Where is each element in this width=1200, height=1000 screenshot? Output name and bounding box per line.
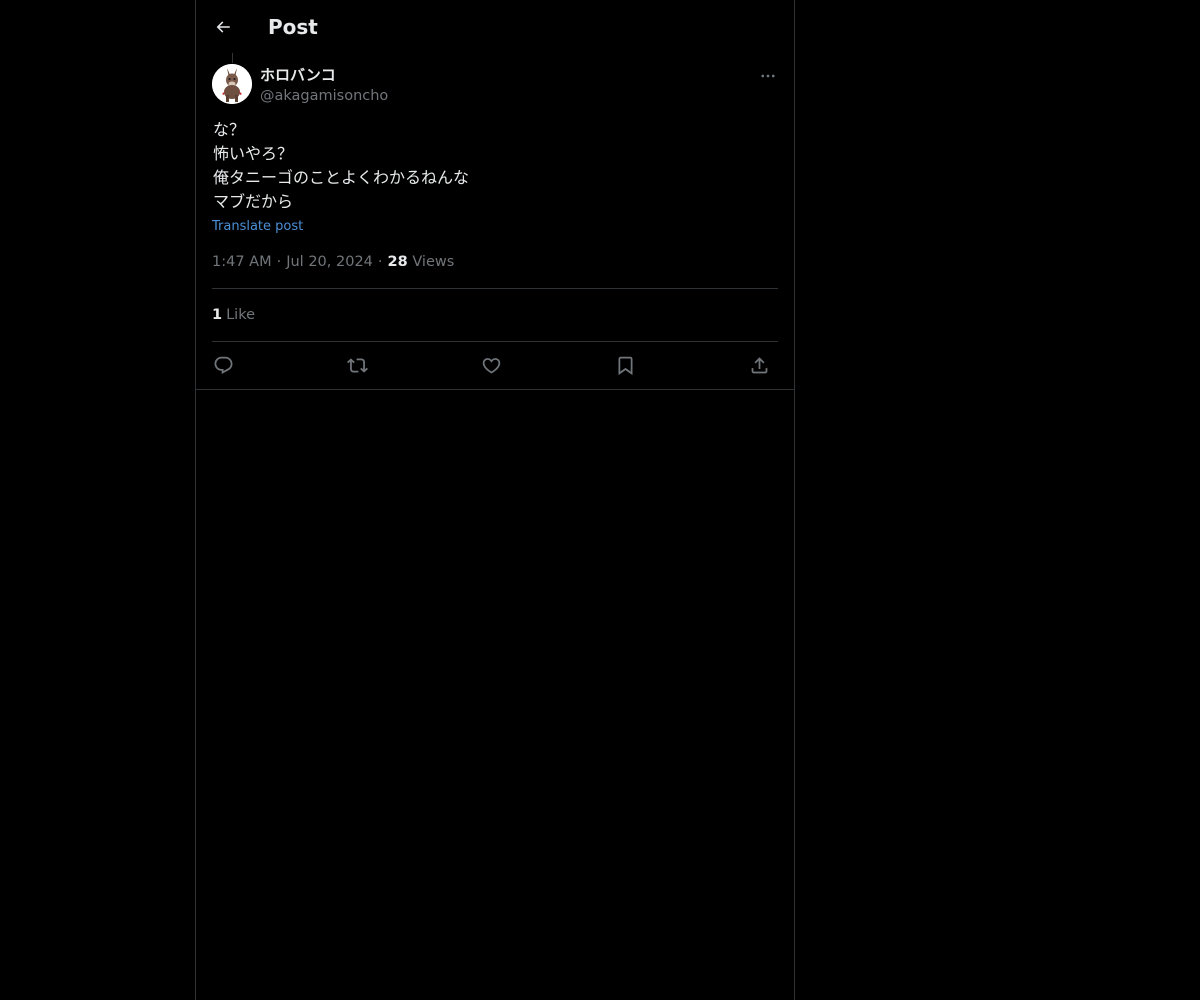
separator-dot: ·: [276, 254, 282, 270]
bookmark-icon: [618, 356, 632, 375]
page-header: Post: [196, 0, 794, 53]
divider: [212, 341, 778, 342]
post-text-line: 俺タニーゴのことよくわかるねんな: [213, 168, 470, 187]
share-button[interactable]: [744, 350, 774, 380]
bookmark-button[interactable]: [610, 350, 640, 380]
post-text-line: マブだから: [213, 192, 294, 211]
author-display-name[interactable]: ホロバンコ: [260, 65, 336, 85]
post-bottom-border: [196, 389, 794, 390]
post-date[interactable]: Jul 20, 2024: [286, 254, 373, 270]
post-metadata: 1:47 AM · Jul 20, 2024 · 28 Views: [212, 252, 454, 272]
post-text-line: な？: [213, 120, 246, 139]
thread-connector: [232, 53, 233, 63]
reply-icon: [214, 356, 232, 374]
repost-icon: [346, 357, 368, 373]
avatar[interactable]: [212, 64, 252, 104]
main-column: Post ホロバンコ @akagamisoncho な？ 怖いやろ？ 俺タニーゴ…: [195, 0, 795, 1000]
heart-icon: [482, 357, 500, 374]
back-button[interactable]: [208, 10, 238, 44]
divider: [212, 288, 778, 289]
likes-label: Like: [226, 307, 256, 323]
action-bar: [212, 350, 778, 380]
translate-post-link[interactable]: Translate post: [212, 217, 303, 237]
post-text-line: 怖いやろ？: [213, 144, 294, 163]
views-label: Views: [412, 254, 455, 270]
post-time[interactable]: 1:47 AM: [212, 254, 272, 270]
arrow-left-icon: [216, 21, 230, 33]
views-count: 28: [387, 254, 408, 270]
page-title: Post: [268, 15, 318, 39]
share-icon: [751, 356, 767, 373]
post-text: な？ 怖いやろ？ 俺タニーゴのことよくわかるねんな マブだから: [213, 118, 469, 214]
author-handle[interactable]: @akagamisoncho: [260, 86, 388, 106]
like-button[interactable]: [476, 350, 506, 380]
donkey-avatar-icon: [212, 64, 252, 104]
separator-dot: ·: [377, 254, 383, 270]
more-options-button[interactable]: [756, 66, 780, 86]
reply-button[interactable]: [208, 350, 238, 380]
likes-link[interactable]: 1 Like: [212, 305, 255, 325]
more-horizontal-icon: [761, 74, 775, 78]
repost-button[interactable]: [342, 350, 372, 380]
likes-count: 1: [212, 307, 223, 323]
